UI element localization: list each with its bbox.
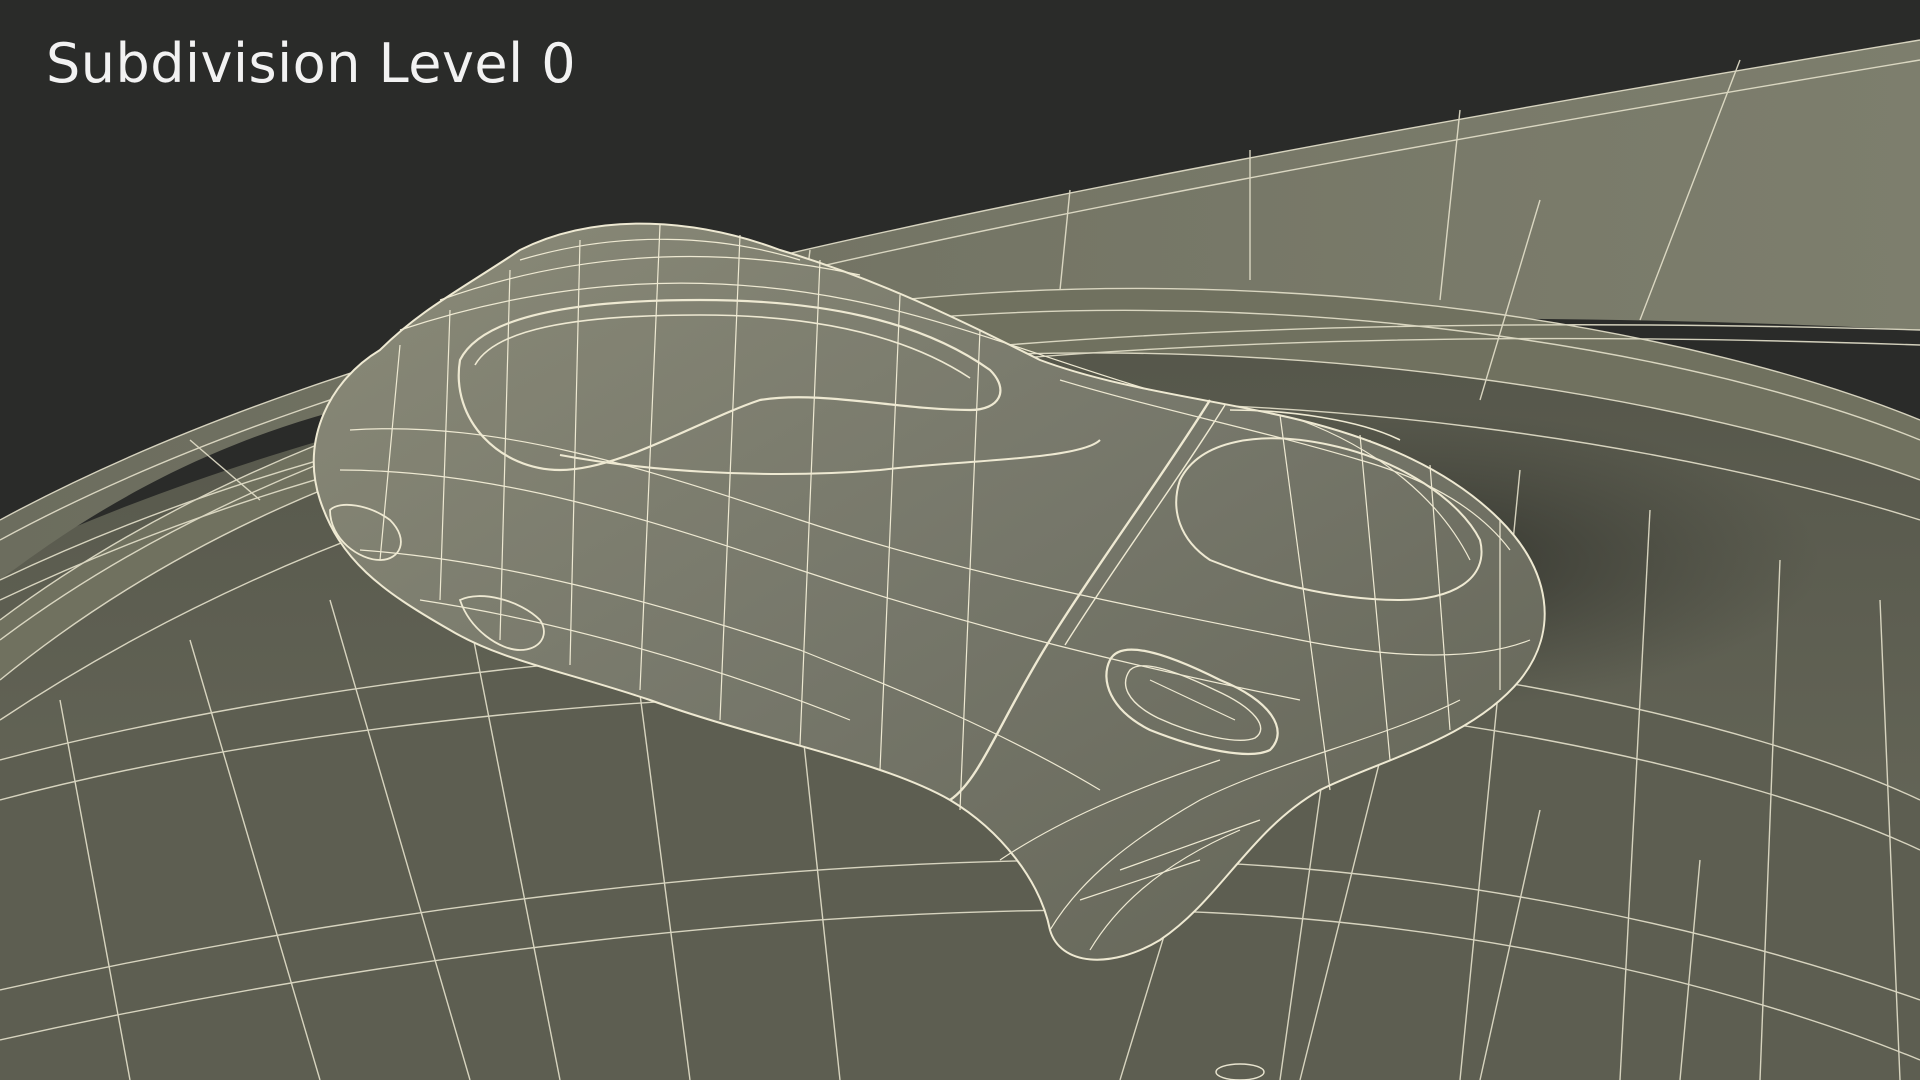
render-viewport: Subdivision Level 0 xyxy=(0,0,1920,1080)
wireframe-render xyxy=(0,39,1920,1080)
subdivision-level-label: Subdivision Level 0 xyxy=(46,32,577,95)
